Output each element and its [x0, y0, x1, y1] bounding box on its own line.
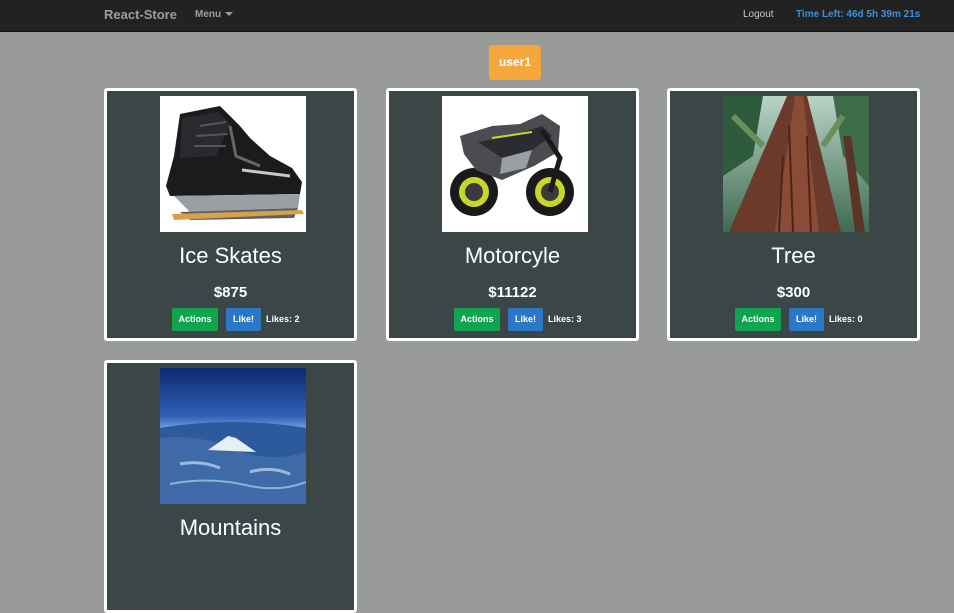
product-actions-row: Actions Like! Likes: 2 — [172, 307, 300, 331]
product-title: Tree — [771, 243, 816, 268]
user-badge: user1 — [489, 45, 541, 80]
product-actions-row: Actions Like! Likes: 3 — [454, 307, 582, 331]
like-button[interactable]: Like! — [508, 307, 543, 331]
tree-image — [723, 96, 869, 232]
ice-skate-image — [160, 96, 306, 232]
mountains-image — [160, 368, 306, 504]
logout-link[interactable]: Logout — [743, 9, 774, 20]
likes-count: Likes: 3 — [548, 314, 582, 324]
product-card: Ice Skates $875 Actions Like! Likes: 2 — [104, 88, 357, 341]
likes-count: Likes: 2 — [266, 314, 300, 324]
time-left-counter: Time Left: 46d 5h 39m 21s — [796, 9, 921, 20]
actions-button[interactable]: Actions — [735, 307, 781, 331]
caret-down-icon — [225, 12, 234, 17]
product-price: $875 — [213, 284, 248, 301]
menu-label: Menu — [195, 9, 222, 20]
product-title: Ice Skates — [179, 243, 282, 268]
product-actions-row: Actions Like! Likes: 0 — [735, 307, 863, 331]
like-button[interactable]: Like! — [226, 307, 261, 331]
brand-link[interactable]: React-Store — [104, 7, 177, 22]
motorcycle-image — [442, 96, 588, 232]
actions-button[interactable]: Actions — [172, 307, 218, 331]
product-price: $300 — [776, 284, 811, 301]
product-title: Mountains — [179, 515, 282, 540]
product-card: Tree $300 Actions Like! Likes: 0 — [667, 88, 920, 341]
product-title: Motorcyle — [464, 243, 561, 268]
menu-dropdown[interactable]: Menu — [195, 9, 234, 20]
likes-count: Likes: 0 — [829, 314, 863, 324]
product-card: Motorcyle $11122 Actions Like! Likes: 3 — [386, 88, 639, 341]
product-card: Mountains — [104, 360, 357, 613]
actions-button[interactable]: Actions — [454, 307, 500, 331]
navbar: React-Store Menu Logout Time Left: 46d 5… — [0, 0, 954, 32]
product-price: $11122 — [488, 284, 537, 301]
like-button[interactable]: Like! — [789, 307, 824, 331]
